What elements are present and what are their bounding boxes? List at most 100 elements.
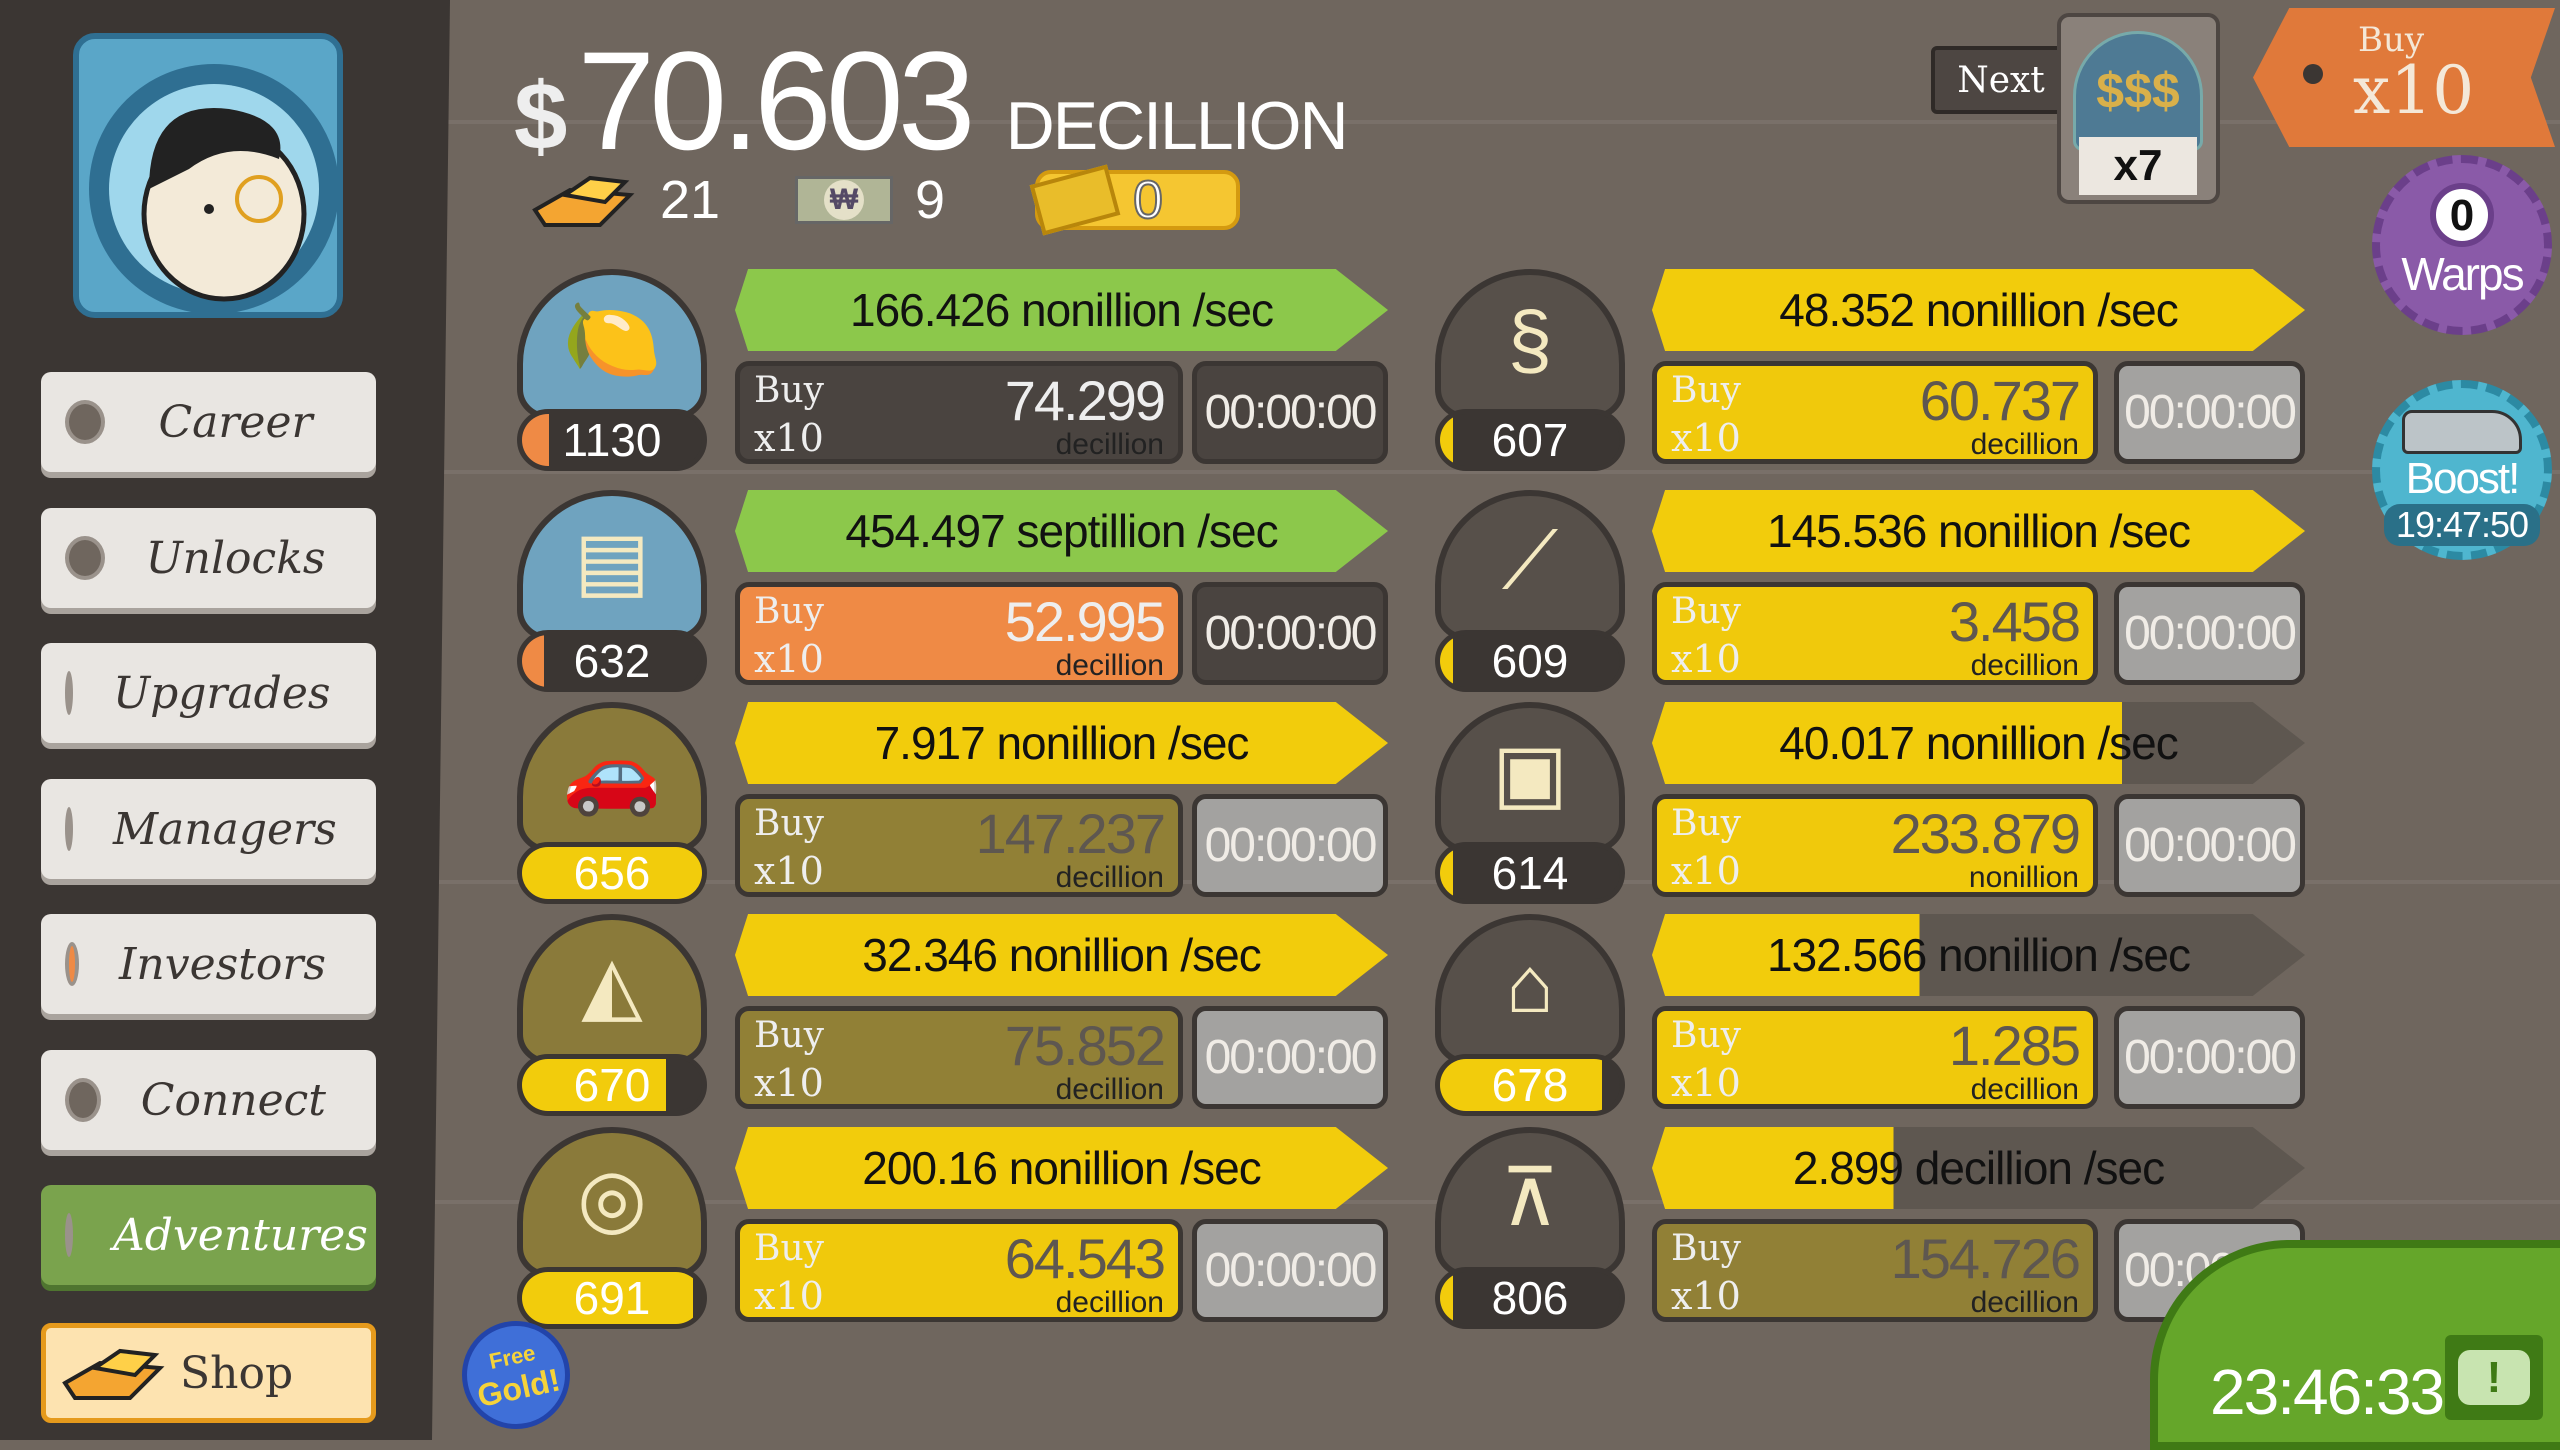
megabucks-counter[interactable]: ₩ 9 [795, 170, 945, 230]
income-rate: 32.346 nonillion /sec [862, 929, 1261, 981]
ad-timer: 23:46:33 [2210, 1356, 2445, 1428]
currency-symbol: $ [514, 63, 568, 170]
sidebar-item-connect[interactable]: Connect [41, 1050, 376, 1150]
business-count: 691 [517, 1267, 707, 1329]
buy-label: Buy [1671, 803, 1741, 844]
business-count: 614 [1435, 842, 1625, 904]
buy-price-unit: nonillion [1968, 861, 2079, 894]
next-manager-card[interactable]: $$$ x7 [2057, 13, 2220, 204]
movie-camera-icon: ▣ [1492, 728, 1568, 817]
sidebar-item-shop[interactable]: Shop [41, 1323, 376, 1423]
buy-business-button[interactable]: Buy x10 233.879 nonillion [1652, 794, 2098, 897]
income-rate: 40.017 nonillion /sec [1779, 717, 2178, 769]
balance-unit: DECILLION [1005, 88, 1349, 164]
sidebar-item-upgrades[interactable]: Upgrades [41, 643, 376, 743]
business-icon-button[interactable]: ▤ [517, 490, 707, 640]
buy-business-button[interactable]: Buy x10 154.726 decillion [1652, 1219, 2098, 1322]
tickets-count: 0 [1132, 169, 1164, 231]
sidebar-item-adventures[interactable]: Adventures [41, 1185, 376, 1285]
business-icon-button[interactable]: ⌂ [1435, 914, 1625, 1064]
megabucks-icon: ₩ [795, 176, 893, 224]
timer-value: 00:00:00 [1204, 386, 1378, 439]
lemon-icon: 🍋 [562, 295, 662, 384]
business-timer: 00:00:00 [1192, 582, 1388, 685]
business-income-banner[interactable]: 166.426 nonillion /sec [735, 269, 1388, 351]
buy-price: 60.737 [1919, 369, 2081, 432]
buy-quantity: x10 [754, 637, 824, 681]
buy-business-button[interactable]: Buy x10 147.237 decillion [735, 794, 1183, 897]
business-icon-button[interactable]: 🍋 [517, 269, 707, 419]
business-icon-button[interactable]: 🚗 [517, 702, 707, 852]
gold-bars-icon [62, 1348, 165, 1400]
buy-business-button[interactable]: Buy x10 75.852 decillion [735, 1006, 1183, 1109]
gold-counter[interactable]: 21 [530, 170, 720, 230]
free-gold-button[interactable]: Free Gold! [451, 1310, 581, 1440]
business-income-banner[interactable]: 7.917 nonillion /sec [735, 702, 1388, 784]
shrimp-icon: § [1507, 295, 1553, 384]
business-count: 670 [517, 1054, 707, 1116]
tickets-counter[interactable]: 0 [1029, 164, 1240, 236]
ticket-icon [1029, 164, 1121, 236]
business-count-value: 632 [573, 635, 651, 687]
astronaut-avatar-icon [89, 64, 337, 312]
warps-badge[interactable]: 0 Warps [2372, 155, 2552, 335]
business-timer: 00:00:00 [1192, 794, 1388, 897]
timer-value: 00:00:00 [2124, 607, 2297, 660]
buy-business-button[interactable]: Buy x10 74.299 decillion [735, 361, 1183, 464]
timer-value: 00:00:00 [2124, 819, 2297, 872]
business-income-banner[interactable]: 200.16 nonillion /sec [735, 1127, 1388, 1209]
avatar[interactable] [73, 33, 343, 318]
sidebar-item-managers[interactable]: Managers [41, 779, 376, 879]
buy-business-button[interactable]: Buy x10 3.458 decillion [1652, 582, 2098, 685]
buy-business-button[interactable]: Buy x10 1.285 decillion [1652, 1006, 2098, 1109]
business-income-banner[interactable]: 145.536 nonillion /sec [1652, 490, 2305, 572]
sidebar-item-unlocks[interactable]: Unlocks [41, 508, 376, 608]
buy-price: 74.299 [1004, 369, 1166, 432]
notification-dot-icon [65, 536, 105, 580]
tv-alert-icon[interactable]: ! [2445, 1335, 2543, 1420]
buy-label: Buy [754, 1015, 824, 1056]
buy-price-unit: decillion [1055, 428, 1164, 461]
timer-value: 00:00:00 [1204, 607, 1378, 660]
business-income-banner[interactable]: 454.497 septillion /sec [735, 490, 1388, 572]
buy-label: Buy [1671, 370, 1741, 411]
business-income-banner[interactable]: 48.352 nonillion /sec [1652, 269, 2305, 351]
buy-label: Buy [754, 591, 824, 632]
next-manager-button[interactable]: Next [1931, 46, 2071, 114]
business-icon-button[interactable]: ⊼ [1435, 1127, 1625, 1277]
business-icon-button[interactable]: ⟋ [1435, 490, 1625, 640]
car-icon: 🚗 [562, 728, 662, 817]
notification-dot-icon [65, 942, 80, 986]
delorean-car-icon [2402, 410, 2522, 454]
business-income-banner[interactable]: 40.017 nonillion /sec [1652, 702, 2305, 784]
business-icon-button[interactable]: ◭ [517, 914, 707, 1064]
buy-business-button[interactable]: Buy x10 60.737 decillion [1652, 361, 2098, 464]
buy-label: Buy [1671, 591, 1741, 632]
business-timer: 00:00:00 [2114, 794, 2305, 897]
business-icon-button[interactable]: § [1435, 269, 1625, 419]
buy-quantity: x10 [1671, 416, 1741, 460]
sidebar-item-career[interactable]: Career [41, 372, 376, 472]
business-income-banner[interactable]: 32.346 nonillion /sec [735, 914, 1388, 996]
business-count: 1130 [517, 409, 707, 471]
sidebar-item-investors[interactable]: Investors [41, 914, 376, 1014]
business-count-value: 614 [1491, 847, 1569, 899]
business-icon-button[interactable]: ▣ [1435, 702, 1625, 852]
buy-business-button[interactable]: Buy x10 64.543 decillion [735, 1219, 1183, 1322]
buy-label: Buy [754, 1228, 824, 1269]
sidebar-item-label: Upgrades [113, 667, 331, 719]
business-count: 607 [1435, 409, 1625, 471]
boost-badge[interactable]: Boost! 19:47:50 [2372, 380, 2552, 560]
buy-multiplier-tag[interactable]: Buy x10 [2253, 8, 2555, 147]
donut-icon: ◎ [577, 1153, 647, 1242]
boost-label: Boost! [2405, 454, 2521, 503]
business-icon-button[interactable]: ◎ [517, 1127, 707, 1277]
business-count: 609 [1435, 630, 1625, 692]
buy-price: 147.237 [975, 802, 1166, 865]
business-income-banner[interactable]: 2.899 decillion /sec [1652, 1127, 2305, 1209]
buy-price: 1.285 [1948, 1014, 2081, 1077]
buy-business-button[interactable]: Buy x10 52.995 decillion [735, 582, 1183, 685]
count-progress-fill [1440, 635, 1453, 687]
business-income-banner[interactable]: 132.566 nonillion /sec [1652, 914, 2305, 996]
sidebar-item-label: Managers [113, 803, 337, 855]
